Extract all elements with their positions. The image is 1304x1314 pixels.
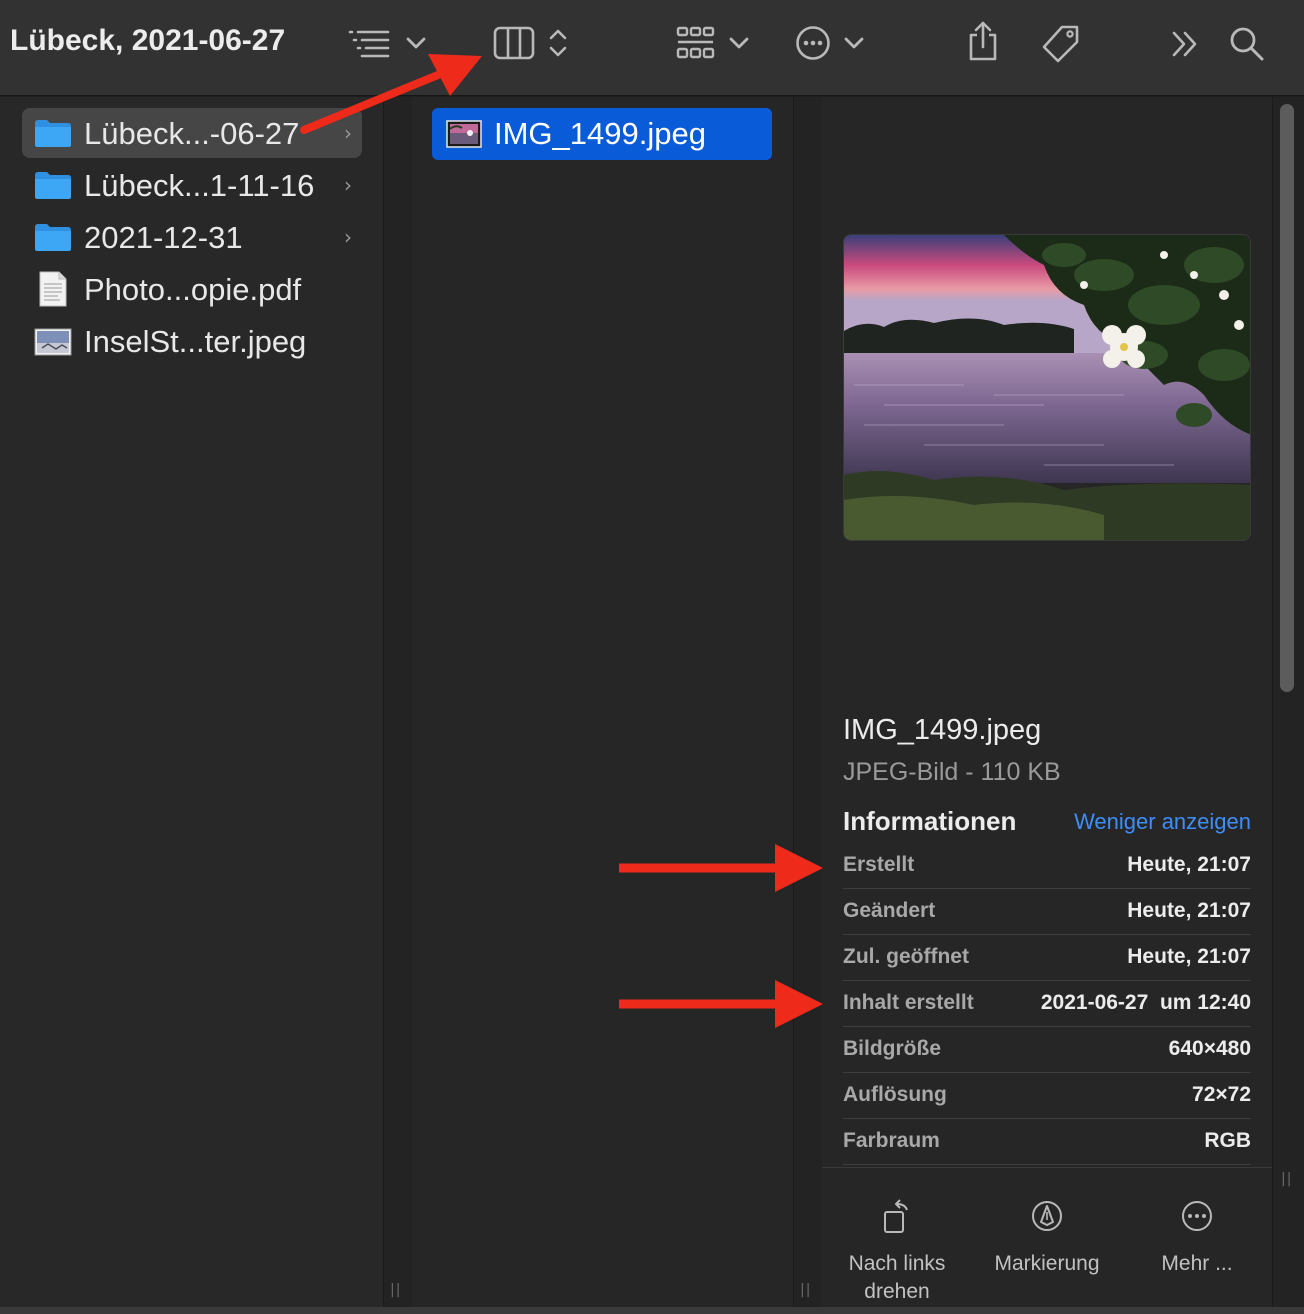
quick-actions-bar: Nach links drehen Markierung Mehr ...: [822, 1167, 1272, 1307]
info-row-content-created: Inhalt erstellt 2021-06-27 um 12:40: [843, 981, 1251, 1027]
column-resize-handle[interactable]: ||: [1281, 1171, 1292, 1187]
column-resize-handle[interactable]: ||: [390, 1282, 401, 1298]
annotation-arrow: [619, 844, 823, 892]
preview-file-kind: JPEG-Bild - 110 KB: [843, 758, 1061, 786]
window-bottom-edge: [0, 1307, 1304, 1314]
annotation-arrow: [619, 980, 823, 1028]
markup-button[interactable]: Markierung: [972, 1168, 1122, 1308]
info-value: RGB: [1204, 1129, 1251, 1152]
gallery-grid-icon[interactable]: [676, 26, 716, 60]
rotate-left-button[interactable]: Nach links drehen: [822, 1168, 972, 1308]
info-value: 2021-06-27 um 12:40: [1040, 991, 1251, 1014]
list-item[interactable]: 2021-12-31 ›: [22, 212, 362, 262]
info-value: Heute, 21:07: [1127, 899, 1251, 922]
info-row-modified: Geändert Heute, 21:07: [843, 889, 1251, 935]
chevron-right-icon: ›: [344, 225, 352, 249]
more-button[interactable]: Mehr ...: [1122, 1168, 1272, 1308]
file-name-label: IMG_1499.jpeg: [494, 116, 706, 151]
action-label: Markierung: [994, 1252, 1100, 1275]
list-item[interactable]: Photo...opie.pdf: [22, 264, 362, 314]
info-row-created: Erstellt Heute, 21:07: [843, 843, 1251, 889]
up-down-chevron-icon[interactable]: [547, 26, 569, 60]
chevron-right-icon: ›: [344, 173, 352, 197]
info-key: Auflösung: [843, 1083, 947, 1106]
toolbar: Lübeck, 2021-06-27: [0, 0, 1304, 96]
folder-contents-column: [412, 97, 793, 1307]
chevron-down-icon[interactable]: [728, 36, 750, 50]
info-value: 640×480: [1168, 1037, 1251, 1060]
list-item-label: InselSt...ter.jpeg: [84, 324, 307, 359]
info-row-image-size: Bildgröße 640×480: [843, 1027, 1251, 1073]
action-label: Mehr ...: [1161, 1252, 1233, 1275]
folder-icon: [34, 222, 72, 252]
list-item-label: 2021-12-31: [84, 220, 243, 255]
pdf-document-icon: [38, 270, 76, 307]
annotation-arrow: [300, 54, 482, 134]
column-divider[interactable]: [793, 97, 822, 1307]
info-heading: Informationen: [843, 806, 1017, 836]
scrollbar-thumb[interactable]: [1280, 104, 1294, 692]
list-item[interactable]: InselSt...ter.jpeg: [22, 316, 362, 366]
window-title: Lübeck, 2021-06-27: [10, 24, 286, 57]
ellipsis-circle-icon[interactable]: [795, 25, 831, 61]
preview-file-name: IMG_1499.jpeg: [843, 714, 1042, 746]
info-key: Zul. geöffnet: [843, 945, 969, 968]
markup-pen-icon: [1027, 1198, 1067, 1238]
list-item-label: Lübeck...1-11-16: [84, 168, 315, 203]
info-key: Inhalt erstellt: [843, 991, 974, 1014]
info-row-last-opened: Zul. geöffnet Heute, 21:07: [843, 935, 1251, 981]
info-value: Heute, 21:07: [1127, 945, 1251, 968]
search-icon[interactable]: [1228, 25, 1266, 63]
info-key: Farbraum: [843, 1129, 940, 1152]
folder-icon: [34, 118, 72, 148]
tag-icon[interactable]: [1040, 23, 1082, 65]
list-item[interactable]: Lübeck...1-11-16 ›: [22, 160, 362, 210]
list-item-label: Lübeck...-06-27: [84, 116, 300, 151]
ellipsis-circle-icon: [1177, 1198, 1217, 1238]
chevron-down-icon[interactable]: [843, 36, 865, 50]
share-icon[interactable]: [966, 20, 1000, 62]
show-less-link[interactable]: Weniger anzeigen: [1074, 809, 1251, 835]
double-chevron-right-icon[interactable]: [1170, 30, 1200, 58]
info-row-resolution: Auflösung 72×72: [843, 1073, 1251, 1119]
info-key: Bildgröße: [843, 1037, 941, 1060]
folder-icon: [34, 170, 72, 200]
action-label: Nach links drehen: [848, 1252, 946, 1303]
image-thumbnail-icon: [34, 328, 72, 358]
info-value: 72×72: [1192, 1083, 1251, 1106]
info-key: Geändert: [843, 899, 936, 922]
column-resize-handle[interactable]: ||: [800, 1282, 811, 1298]
column-divider[interactable]: [383, 97, 412, 1307]
list-item-label: Photo...opie.pdf: [84, 272, 302, 307]
info-key: Erstellt: [843, 853, 915, 876]
info-value: Heute, 21:07: [1127, 853, 1251, 876]
image-preview[interactable]: [843, 234, 1251, 541]
rotate-left-icon: [877, 1198, 917, 1238]
info-row-color-space: Farbraum RGB: [843, 1119, 1251, 1165]
